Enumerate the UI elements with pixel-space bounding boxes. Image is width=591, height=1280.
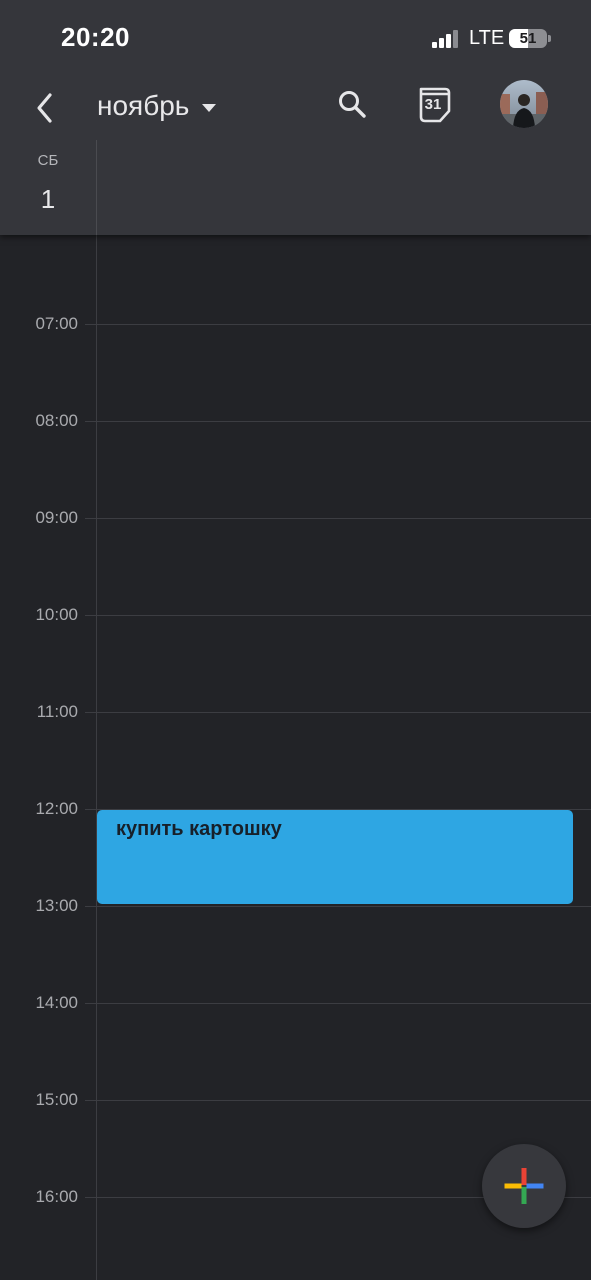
hour-label: 16:00: [35, 1187, 78, 1206]
search-button[interactable]: [334, 86, 372, 124]
hour-line: [85, 1100, 591, 1101]
hour-line: [85, 518, 591, 519]
triangle-down-icon: [202, 104, 217, 112]
hour-line: [85, 324, 591, 325]
today-button[interactable]: 31: [416, 85, 454, 125]
hour-row: 13:00: [0, 896, 591, 915]
hour-label: 13:00: [35, 896, 78, 915]
event-title: купить картошку: [116, 818, 282, 840]
hour-label: 15:00: [35, 1090, 78, 1109]
chevron-left-icon: [37, 93, 52, 123]
month-label: ноябрь: [97, 90, 190, 121]
hour-label: 12:00: [35, 799, 78, 818]
hour-line: [85, 712, 591, 713]
month-selector[interactable]: ноябрь: [97, 86, 217, 126]
hour-label: 09:00: [35, 508, 78, 527]
hour-line: [85, 615, 591, 616]
day-header[interactable]: СБ 1: [0, 148, 96, 228]
status-time: 20:20: [61, 22, 130, 52]
hour-row: 08:00: [0, 411, 591, 430]
hour-line: [85, 421, 591, 422]
app-header: 20:20 LTE 51 ноябрь 31 СБ 1: [0, 0, 591, 235]
battery-icon: 51: [509, 29, 547, 48]
hour-row: 14:00: [0, 993, 591, 1012]
back-button[interactable]: [28, 84, 64, 128]
hour-row: 11:00: [0, 702, 591, 721]
weekday-label: СБ: [37, 152, 59, 169]
network-type: LTE: [469, 27, 505, 49]
signal-icon: [432, 30, 462, 48]
today-date: 31: [424, 96, 442, 113]
battery-tip: [548, 35, 551, 42]
create-event-button[interactable]: [482, 1144, 566, 1228]
user-avatar-icon: [500, 80, 548, 128]
toolbar: ноябрь 31: [0, 78, 591, 134]
event-card[interactable]: купить картошку: [97, 810, 573, 904]
hour-label: 08:00: [35, 411, 78, 430]
status-bar: 20:20 LTE 51: [0, 0, 591, 78]
header-divider: [96, 140, 97, 235]
hour-label: 14:00: [35, 993, 78, 1012]
search-icon: [339, 91, 366, 118]
day-grid[interactable]: 07:00 08:00 09:00 10:00 11:00 12:00 13:0…: [0, 235, 591, 1280]
battery-level: 51: [519, 30, 537, 47]
time-column-divider: [96, 235, 97, 1280]
hour-line: [85, 1003, 591, 1004]
hour-label: 11:00: [36, 702, 78, 721]
plus-icon: [504, 1168, 544, 1204]
hour-row: 09:00: [0, 508, 591, 527]
hour-line: [85, 906, 591, 907]
hour-row: 07:00: [0, 314, 591, 333]
hour-label: 10:00: [35, 605, 78, 624]
day-number: 1: [40, 184, 56, 214]
hour-label: 07:00: [35, 314, 78, 333]
hour-row: 15:00: [0, 1090, 591, 1109]
avatar[interactable]: [500, 80, 548, 128]
hour-row: 10:00: [0, 605, 591, 624]
